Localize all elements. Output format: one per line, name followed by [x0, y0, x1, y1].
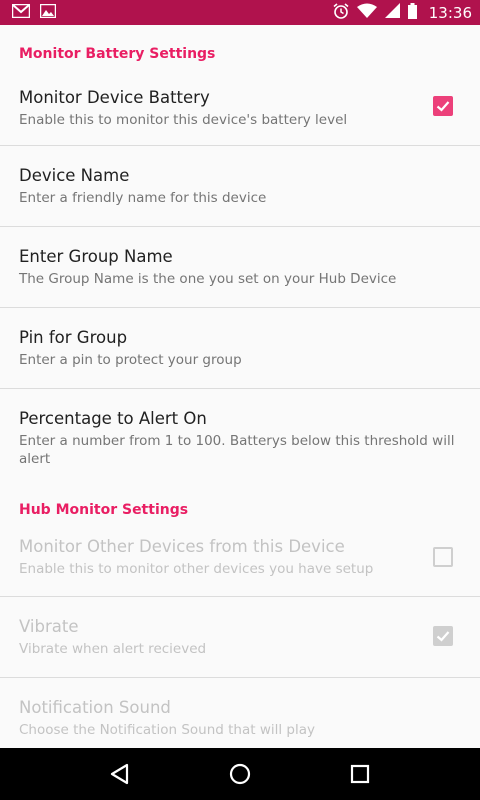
- status-time: 13:36: [428, 3, 472, 22]
- battery-icon: [407, 2, 417, 23]
- home-icon: [229, 763, 251, 785]
- back-button[interactable]: [100, 754, 140, 794]
- pref-summary: Enable this to monitor this device's bat…: [19, 112, 348, 128]
- monitor-battery-checkbox[interactable]: [433, 96, 453, 116]
- pref-title: Device Name: [19, 166, 130, 185]
- settings-list[interactable]: Monitor Battery Settings Monitor Device …: [0, 25, 480, 748]
- pref-summary: Enable this to monitor other devices you…: [19, 561, 374, 577]
- pref-title: Monitor Other Devices from this Device: [19, 537, 345, 556]
- pref-summary: Choose the Notification Sound that will …: [19, 722, 316, 738]
- pref-pin-for-group[interactable]: Pin for Group Enter a pin to protect you…: [0, 308, 480, 388]
- pref-summary: Enter a pin to protect your group: [19, 352, 242, 368]
- status-right-icons: 13:36: [333, 2, 472, 23]
- pref-percentage-alert[interactable]: Percentage to Alert On Enter a number fr…: [0, 389, 480, 477]
- alarm-icon: [333, 2, 349, 23]
- pref-title: Notification Sound: [19, 698, 171, 717]
- recents-button[interactable]: [340, 754, 380, 794]
- check-icon: [436, 631, 450, 642]
- pref-device-name[interactable]: Device Name Enter a friendly name for th…: [0, 146, 480, 226]
- status-bar: 13:36: [0, 0, 480, 25]
- pref-summary: The Group Name is the one you set on you…: [19, 271, 397, 287]
- recents-icon: [350, 764, 370, 784]
- pref-title: Vibrate: [19, 617, 79, 636]
- check-icon: [436, 101, 450, 112]
- pref-summary: Enter a number from 1 to 100. Batterys b…: [19, 433, 455, 467]
- category-monitor-battery: Monitor Battery Settings: [19, 46, 216, 62]
- status-left-icons: [11, 3, 57, 22]
- pref-monitor-device-battery[interactable]: Monitor Device Battery Enable this to mo…: [0, 87, 480, 145]
- pref-monitor-other-devices[interactable]: Monitor Other Devices from this Device E…: [0, 537, 480, 596]
- wifi-icon: [356, 3, 377, 22]
- home-button[interactable]: [220, 754, 260, 794]
- pref-summary: Vibrate when alert recieved: [19, 641, 207, 657]
- pref-title: Pin for Group: [19, 328, 128, 347]
- pref-notification-sound[interactable]: Notification Sound Choose the Notificati…: [0, 678, 480, 748]
- category-hub-monitor: Hub Monitor Settings: [19, 502, 189, 518]
- pref-title: Percentage to Alert On: [19, 409, 207, 428]
- image-icon: [39, 3, 57, 22]
- navigation-bar: [0, 748, 480, 800]
- monitor-other-devices-checkbox[interactable]: [433, 547, 453, 567]
- pref-vibrate[interactable]: Vibrate Vibrate when alert recieved: [0, 597, 480, 677]
- gmail-icon: [11, 3, 31, 22]
- pref-title: Monitor Device Battery: [19, 88, 210, 107]
- signal-icon: [384, 3, 400, 22]
- pref-summary: Enter a friendly name for this device: [19, 190, 267, 206]
- back-icon: [110, 763, 129, 785]
- pref-group-name[interactable]: Enter Group Name The Group Name is the o…: [0, 227, 480, 307]
- vibrate-checkbox[interactable]: [433, 626, 453, 646]
- pref-title: Enter Group Name: [19, 247, 173, 266]
